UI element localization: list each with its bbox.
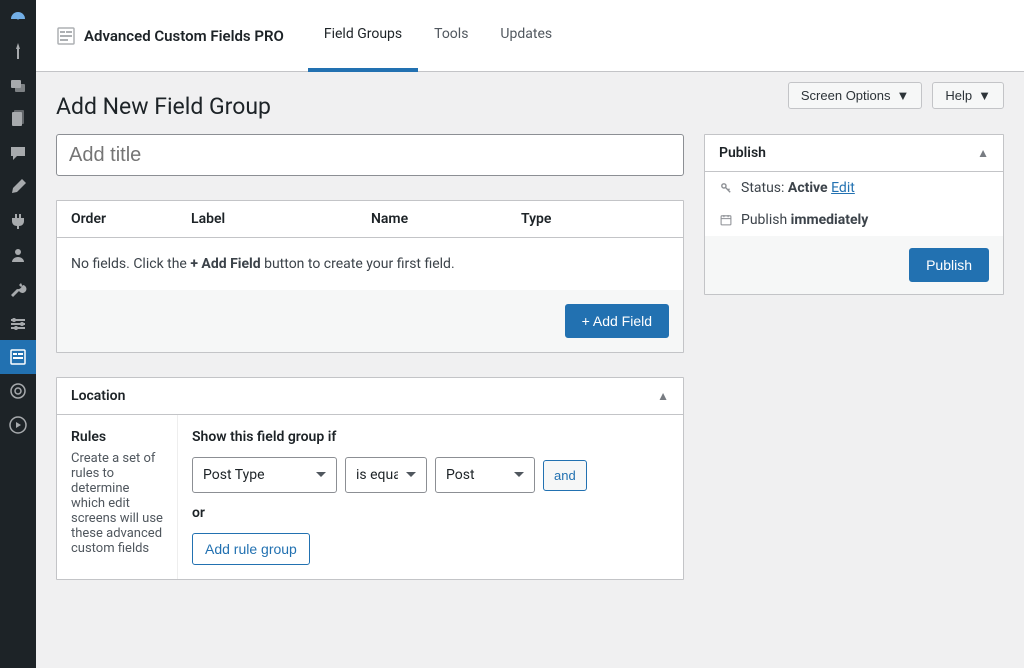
- sidebar-users[interactable]: [0, 238, 36, 272]
- plugin-topbar: Advanced Custom Fields PRO Field Groups …: [36, 0, 1024, 72]
- fields-header: Order Label Name Type: [57, 201, 683, 238]
- rule-operator-select[interactable]: is equal to: [345, 457, 427, 493]
- admin-sidebar: [0, 0, 36, 668]
- add-and-rule-button[interactable]: and: [543, 460, 587, 491]
- screen-options-button[interactable]: Screen Options ▼: [788, 82, 922, 109]
- publish-button[interactable]: Publish: [909, 248, 989, 282]
- col-order: Order: [71, 211, 191, 227]
- location-panel: Location ▲ Rules Create a set of rules t…: [56, 377, 684, 580]
- sidebar-acf[interactable]: [0, 340, 36, 374]
- tab-updates[interactable]: Updates: [484, 0, 568, 72]
- calendar-icon: [719, 213, 733, 227]
- fields-empty-message: No fields. Click the + Add Field button …: [57, 238, 683, 290]
- sidebar-comments[interactable]: [0, 136, 36, 170]
- help-button[interactable]: Help ▼: [932, 82, 1004, 109]
- fields-panel: Order Label Name Type No fields. Click t…: [56, 200, 684, 353]
- acf-logo-icon: [56, 26, 76, 46]
- sidebar-media[interactable]: [0, 68, 36, 102]
- tab-field-groups[interactable]: Field Groups: [308, 0, 418, 72]
- col-type: Type: [521, 211, 669, 227]
- sidebar-settings[interactable]: [0, 306, 36, 340]
- sidebar-target[interactable]: [0, 374, 36, 408]
- col-label: Label: [191, 211, 371, 227]
- edit-status-link[interactable]: Edit: [831, 180, 855, 196]
- sidebar-posts[interactable]: [0, 34, 36, 68]
- collapse-toggle-icon[interactable]: ▲: [977, 146, 989, 160]
- sidebar-plugins[interactable]: [0, 204, 36, 238]
- rule-param-select[interactable]: Post Type: [192, 457, 337, 493]
- col-name: Name: [371, 211, 521, 227]
- sidebar-tools[interactable]: [0, 272, 36, 306]
- rules-description: Create a set of rules to determine which…: [71, 451, 163, 556]
- publish-panel: Publish ▲ Status: Active Edit Publish im…: [704, 134, 1004, 295]
- location-title: Location: [71, 388, 125, 404]
- sidebar-pages[interactable]: [0, 102, 36, 136]
- caret-down-icon: ▼: [978, 88, 991, 103]
- add-rule-group-button[interactable]: Add rule group: [192, 533, 310, 565]
- key-icon: [719, 181, 733, 195]
- rule-value-select[interactable]: Post: [435, 457, 535, 493]
- add-field-button[interactable]: + Add Field: [565, 304, 669, 338]
- show-if-heading: Show this field group if: [192, 429, 669, 445]
- sidebar-dashboard[interactable]: [0, 0, 36, 34]
- plugin-title: Advanced Custom Fields PRO: [84, 27, 284, 45]
- collapse-toggle-icon[interactable]: ▲: [657, 389, 669, 403]
- caret-down-icon: ▼: [897, 88, 910, 103]
- sidebar-play[interactable]: [0, 408, 36, 442]
- publish-title: Publish: [719, 145, 766, 161]
- field-group-title-input[interactable]: [56, 134, 684, 176]
- tab-tools[interactable]: Tools: [418, 0, 484, 72]
- or-text: or: [192, 505, 669, 521]
- sidebar-appearance[interactable]: [0, 170, 36, 204]
- rules-heading: Rules: [71, 429, 163, 445]
